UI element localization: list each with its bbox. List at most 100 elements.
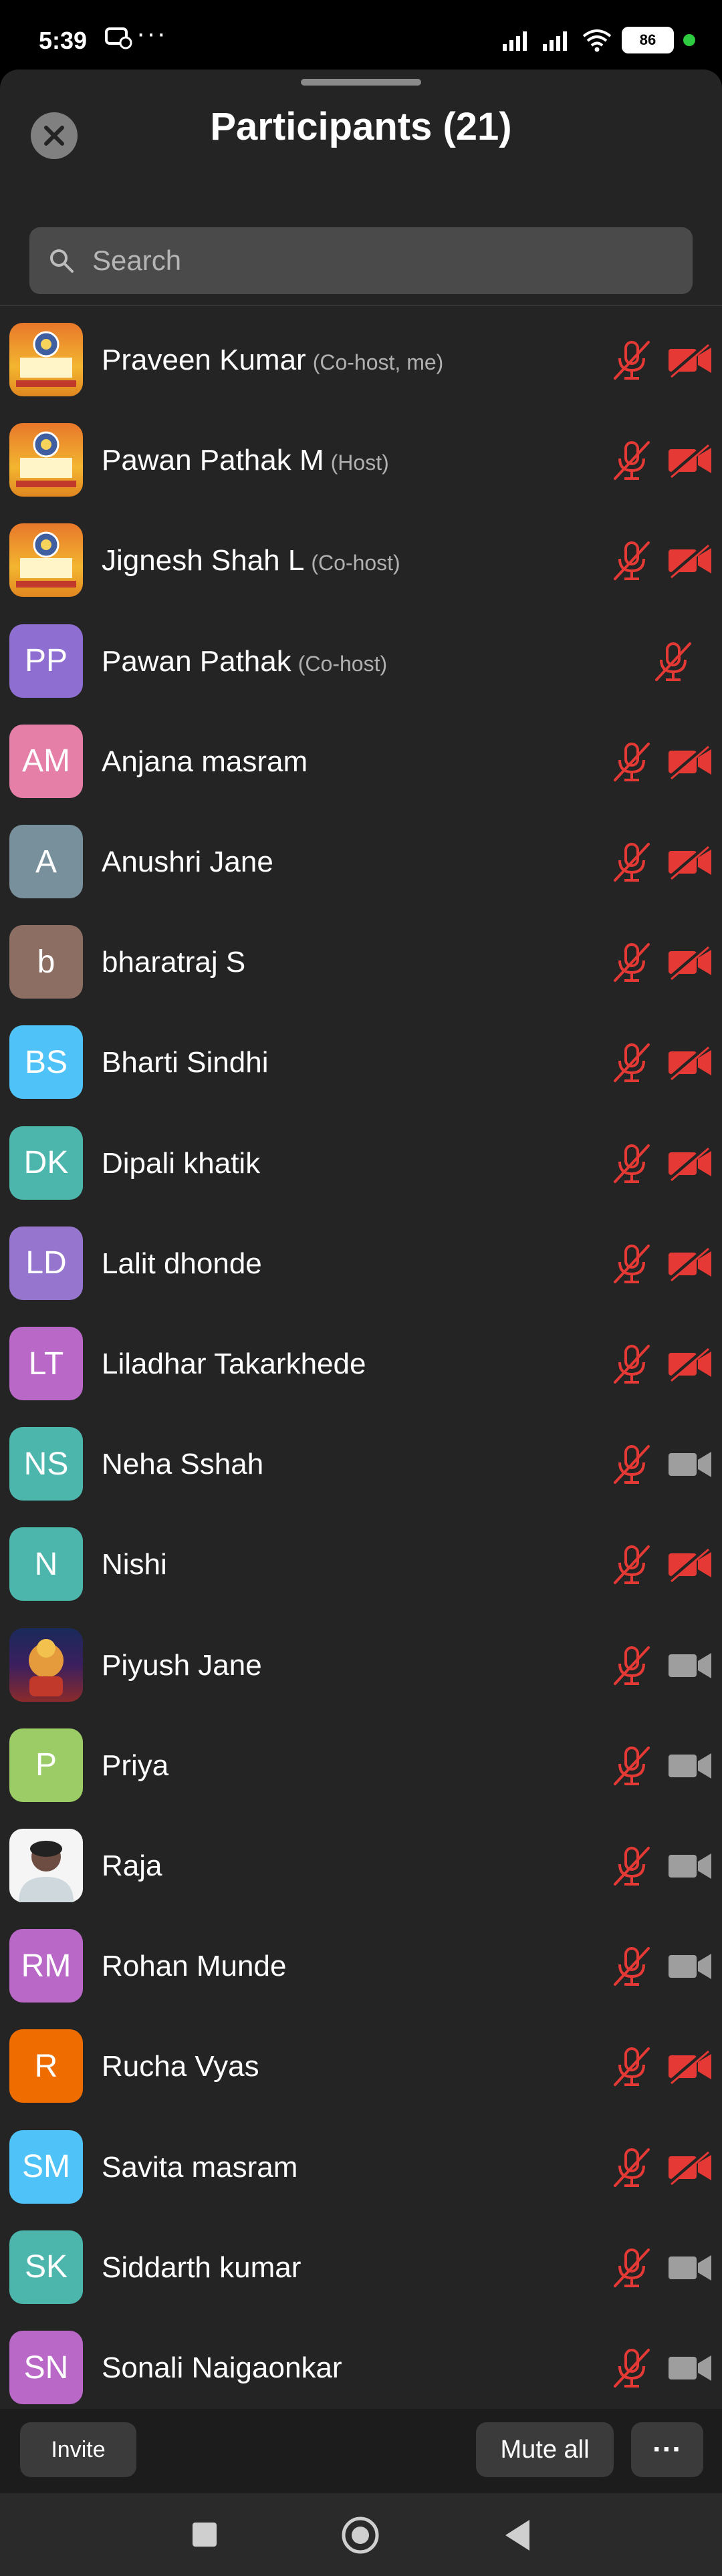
video-icon[interactable] bbox=[667, 2248, 713, 2286]
muted-mic-icon[interactable] bbox=[610, 740, 654, 784]
muted-mic-icon[interactable] bbox=[610, 2246, 654, 2290]
video-icon[interactable] bbox=[667, 1947, 713, 1984]
search-bar[interactable] bbox=[29, 227, 693, 294]
participant-name: Lalit dhonde bbox=[102, 1247, 262, 1280]
participant-row[interactable]: Pawan Pathak M (Host) bbox=[0, 410, 722, 511]
participant-name: Raja bbox=[102, 1849, 162, 1882]
participant-row[interactable]: LD Lalit dhonde bbox=[0, 1214, 722, 1314]
video-icon[interactable] bbox=[667, 1747, 713, 1784]
participant-name-block: Liladhar Takarkhede bbox=[102, 1347, 366, 1381]
participant-row[interactable]: SN Sonali Naigaonkar bbox=[0, 2318, 722, 2418]
video-off-icon[interactable] bbox=[667, 1144, 713, 1182]
video-off-icon[interactable] bbox=[667, 843, 713, 880]
back-icon[interactable] bbox=[503, 2519, 532, 2552]
muted-mic-icon[interactable] bbox=[610, 940, 654, 985]
muted-mic-icon[interactable] bbox=[610, 2045, 654, 2089]
active-indicator-dot bbox=[683, 34, 695, 46]
participant-row[interactable]: NS Neha Sshah bbox=[0, 1414, 722, 1515]
participant-row[interactable]: RM Rohan Munde bbox=[0, 1916, 722, 2017]
participant-name: bharatraj S bbox=[102, 946, 246, 979]
muted-mic-icon[interactable] bbox=[610, 1744, 654, 1788]
participant-name-block: Piyush Jane bbox=[102, 1649, 262, 1682]
video-off-icon[interactable] bbox=[667, 743, 713, 780]
muted-mic-icon[interactable] bbox=[610, 1041, 654, 1085]
participant-name-block: Anushri Jane bbox=[102, 846, 273, 879]
home-icon[interactable] bbox=[341, 2516, 380, 2555]
muted-mic-icon[interactable] bbox=[610, 338, 654, 382]
muted-mic-icon[interactable] bbox=[610, 1543, 654, 1587]
muted-mic-icon[interactable] bbox=[610, 438, 654, 483]
muted-mic-icon[interactable] bbox=[610, 2146, 654, 2190]
muted-mic-icon[interactable] bbox=[610, 1944, 654, 1988]
participant-row[interactable]: b bharatraj S bbox=[0, 912, 722, 1013]
muted-mic-icon[interactable] bbox=[610, 1844, 654, 1888]
participant-name: Neha Sshah bbox=[102, 1448, 264, 1481]
avatar-initials: BS bbox=[9, 1025, 83, 1100]
video-icon[interactable] bbox=[667, 2349, 713, 2386]
drag-handle[interactable] bbox=[301, 79, 421, 86]
video-off-icon[interactable] bbox=[667, 1245, 713, 1282]
participant-name: Bharti Sindhi bbox=[102, 1046, 269, 1079]
notification-icon bbox=[105, 27, 132, 49]
participant-name: Nishi bbox=[102, 1548, 167, 1581]
participant-row[interactable]: SK Siddarth kumar bbox=[0, 2218, 722, 2318]
participant-name-block: Anjana masram bbox=[102, 745, 308, 779]
more-options-button[interactable]: ··· bbox=[631, 2422, 703, 2477]
muted-mic-icon[interactable] bbox=[610, 1442, 654, 1487]
video-off-icon[interactable] bbox=[667, 1545, 713, 1583]
avatar-logo bbox=[9, 323, 83, 396]
avatar-initials: LT bbox=[9, 1327, 83, 1400]
muted-mic-icon[interactable] bbox=[610, 1644, 654, 1688]
participant-row[interactable]: PP Pawan Pathak (Co-host) bbox=[0, 612, 722, 712]
participant-row[interactable]: Jignesh Shah L (Co-host) bbox=[0, 511, 722, 611]
muted-mic-icon[interactable] bbox=[610, 539, 654, 583]
muted-mic-icon[interactable] bbox=[610, 1242, 654, 1286]
muted-mic-icon[interactable] bbox=[610, 1142, 654, 1186]
navigation-bar bbox=[0, 2493, 722, 2576]
muted-mic-icon[interactable] bbox=[610, 2346, 654, 2390]
avatar-initials: b bbox=[9, 925, 83, 999]
participant-row[interactable]: N Nishi bbox=[0, 1515, 722, 1615]
video-off-icon[interactable] bbox=[667, 441, 713, 479]
participant-row[interactable]: R Rucha Vyas bbox=[0, 2017, 722, 2117]
video-off-icon[interactable] bbox=[667, 541, 713, 579]
muted-mic-icon[interactable] bbox=[610, 840, 654, 884]
status-time: 5:39 bbox=[39, 27, 88, 54]
video-off-icon[interactable] bbox=[667, 943, 713, 981]
participant-name-block: bharatraj S bbox=[102, 946, 245, 979]
invite-button[interactable]: Invite bbox=[20, 2422, 136, 2477]
video-off-icon[interactable] bbox=[667, 341, 713, 378]
participant-name-block: Pawan Pathak (Co-host) bbox=[102, 645, 387, 678]
video-off-icon[interactable] bbox=[667, 1345, 713, 1382]
participant-row[interactable]: P Priya bbox=[0, 1716, 722, 1816]
participant-name-block: Bharti Sindhi bbox=[102, 1046, 268, 1079]
participant-row[interactable]: AM Anjana masram bbox=[0, 712, 722, 812]
mute-all-button[interactable]: Mute all bbox=[476, 2422, 614, 2477]
video-off-icon[interactable] bbox=[667, 2148, 713, 2186]
participant-name-block: Rohan Munde bbox=[102, 1950, 286, 1983]
participant-row[interactable]: SM Savita masram bbox=[0, 2117, 722, 2218]
participant-role: (Co-host) bbox=[297, 651, 388, 676]
participant-row[interactable]: Piyush Jane bbox=[0, 1616, 722, 1716]
avatar-initials: RM bbox=[9, 1929, 83, 2003]
video-icon[interactable] bbox=[667, 1847, 713, 1884]
recent-apps-icon[interactable] bbox=[191, 2521, 218, 2548]
participant-row[interactable]: Raja bbox=[0, 1816, 722, 1916]
search-input[interactable] bbox=[91, 244, 669, 277]
page-title: Participants (21) bbox=[210, 105, 512, 148]
participant-name: Piyush Jane bbox=[102, 1648, 262, 1682]
participant-row[interactable]: DK Dipali khatik bbox=[0, 1114, 722, 1214]
participant-name: Anushri Jane bbox=[102, 846, 273, 878]
muted-mic-icon[interactable] bbox=[610, 1342, 654, 1386]
video-off-icon[interactable] bbox=[667, 2047, 713, 2085]
participant-row[interactable]: BS Bharti Sindhi bbox=[0, 1013, 722, 1113]
signal-icon bbox=[503, 31, 527, 51]
video-icon[interactable] bbox=[667, 1646, 713, 1684]
muted-mic-icon[interactable] bbox=[651, 640, 695, 684]
video-icon[interactable] bbox=[667, 1445, 713, 1483]
video-off-icon[interactable] bbox=[667, 1043, 713, 1081]
participant-name-block: Siddarth kumar bbox=[102, 2251, 301, 2285]
participant-row[interactable]: LT Liladhar Takarkhede bbox=[0, 1314, 722, 1414]
participant-row[interactable]: A Anushri Jane bbox=[0, 812, 722, 912]
participant-row[interactable]: Praveen Kumar (Co-host, me) bbox=[0, 310, 722, 410]
